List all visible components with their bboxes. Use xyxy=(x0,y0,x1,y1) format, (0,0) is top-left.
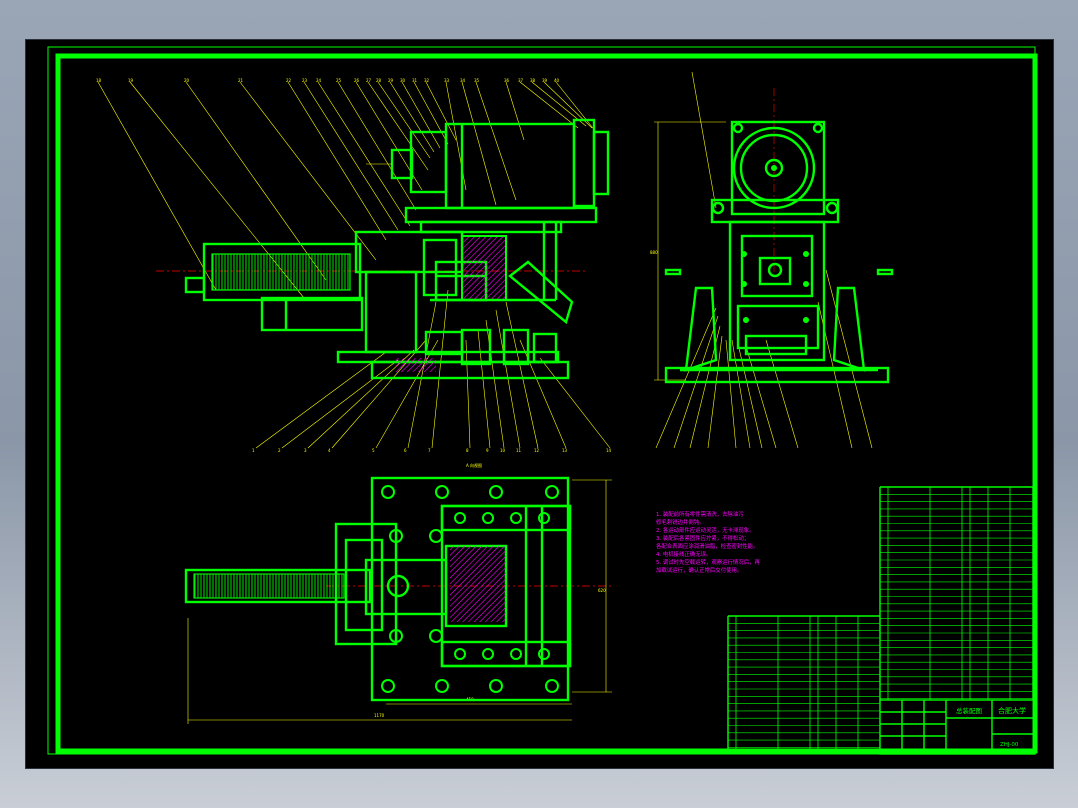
svg-text:31: 31 xyxy=(412,78,418,83)
cad-viewport[interactable]: 18 19 20 21 22 23 24 25 26 27 28 29 30 31 32 33 34 3… xyxy=(26,40,1053,768)
motor-coupling xyxy=(409,130,448,194)
svg-text:39: 39 xyxy=(542,78,548,83)
top-width-text: 1170 xyxy=(374,713,385,718)
svg-text:34: 34 xyxy=(460,78,466,83)
top-gear-hatch xyxy=(450,546,506,622)
svg-text:38: 38 xyxy=(530,78,536,83)
drawing-number: ZHJ-00 xyxy=(1000,742,1019,748)
tech-line-6: 4. 电机接线正确无误。 xyxy=(656,550,711,558)
svg-text:33: 33 xyxy=(444,78,450,83)
tech-line-8: 加载试运行，确认正常后交付使用。 xyxy=(656,566,742,574)
svg-text:2: 2 xyxy=(278,448,281,453)
svg-text:22: 22 xyxy=(286,78,292,83)
top-bearing-housing xyxy=(364,558,448,616)
tech-line-7: 5. 调试时先空载运转，观察运行情况后，再 xyxy=(656,558,760,566)
tech-line-1: 1. 装配前所有零件需清洗，去除油污 xyxy=(656,510,744,518)
svg-text:25: 25 xyxy=(336,78,342,83)
svg-text:26: 26 xyxy=(354,78,360,83)
svg-text:24: 24 xyxy=(316,78,322,83)
side-height-text: 880 xyxy=(650,250,658,255)
svg-text:7: 7 xyxy=(428,448,431,453)
svg-text:9: 9 xyxy=(486,448,489,453)
svg-text:19: 19 xyxy=(128,78,134,83)
svg-text:29: 29 xyxy=(388,78,394,83)
front-view[interactable]: 18 19 20 21 22 23 24 25 26 27 28 29 30 31 32 33 34 3… xyxy=(96,78,612,453)
svg-text:20: 20 xyxy=(184,78,190,83)
svg-text:21: 21 xyxy=(238,78,244,83)
svg-text:3: 3 xyxy=(304,448,307,453)
front-view-leader-tags: 18 19 20 21 22 23 24 25 26 27 28 29 30 31 32 33 34 3… xyxy=(96,78,560,83)
svg-text:12: 12 xyxy=(534,448,540,453)
top-view[interactable]: A 向视图 1170 450 620 xyxy=(184,462,612,724)
title-block[interactable]: 总装配图 合肥大学 ZHJ-00 xyxy=(879,699,1036,755)
svg-text:5: 5 xyxy=(372,448,375,453)
svg-text:37: 37 xyxy=(518,78,524,83)
svg-text:23: 23 xyxy=(302,78,308,83)
top-height-text: 620 xyxy=(598,588,606,593)
svg-text:11: 11 xyxy=(516,448,522,453)
top-view-label: A 向视图 xyxy=(466,462,482,468)
front-view-bottom-tags: 123 456 789 10 11 12 13 14 xyxy=(252,448,612,453)
guide-carriage xyxy=(260,296,364,332)
svg-text:32: 32 xyxy=(424,78,430,83)
assembly-drawing: 18 19 20 21 22 23 24 25 26 27 28 29 30 31 32 33 34 3… xyxy=(47,46,1038,755)
svg-text:4: 4 xyxy=(328,448,331,453)
svg-text:14: 14 xyxy=(606,448,612,453)
school-name: 合肥大学 xyxy=(998,706,1026,715)
tech-line-3: 2. 各运动部件应运动灵活，无卡滞现象。 xyxy=(656,526,755,534)
tech-line-2: 修毛刺锐边并倒钝。 xyxy=(656,518,705,526)
svg-text:6: 6 xyxy=(404,448,407,453)
motor-end-cap xyxy=(572,118,596,208)
svg-text:28: 28 xyxy=(376,78,382,83)
svg-text:13: 13 xyxy=(562,448,568,453)
technical-requirements: 1. 装配前所有零件需清洗，去除油污 修毛刺锐边并倒钝。 2. 各运动部件应运动… xyxy=(656,510,760,574)
svg-text:35: 35 xyxy=(474,78,480,83)
svg-text:40: 40 xyxy=(554,78,560,83)
motor-base-plate xyxy=(404,206,598,224)
svg-text:10: 10 xyxy=(500,448,506,453)
tech-line-4: 3. 装配后各紧固件应拧紧，不得松动； xyxy=(656,534,749,542)
svg-text:18: 18 xyxy=(96,78,102,83)
side-view[interactable]: 880 xyxy=(650,71,894,449)
gear-section-hatch xyxy=(461,235,507,301)
svg-text:27: 27 xyxy=(366,78,372,83)
svg-text:1: 1 xyxy=(252,448,255,453)
drawing-name: 总装配图 xyxy=(956,706,982,715)
motor-body xyxy=(444,122,576,210)
side-frame-body xyxy=(728,220,826,362)
gearbox-housing xyxy=(354,230,464,274)
svg-text:30: 30 xyxy=(400,78,406,83)
side-leg-left xyxy=(684,286,718,372)
svg-text:36: 36 xyxy=(504,78,510,83)
tech-line-5: 各配合表面应涂润滑油脂，检查密封性能。 xyxy=(656,542,758,550)
svg-text:8: 8 xyxy=(466,448,469,453)
